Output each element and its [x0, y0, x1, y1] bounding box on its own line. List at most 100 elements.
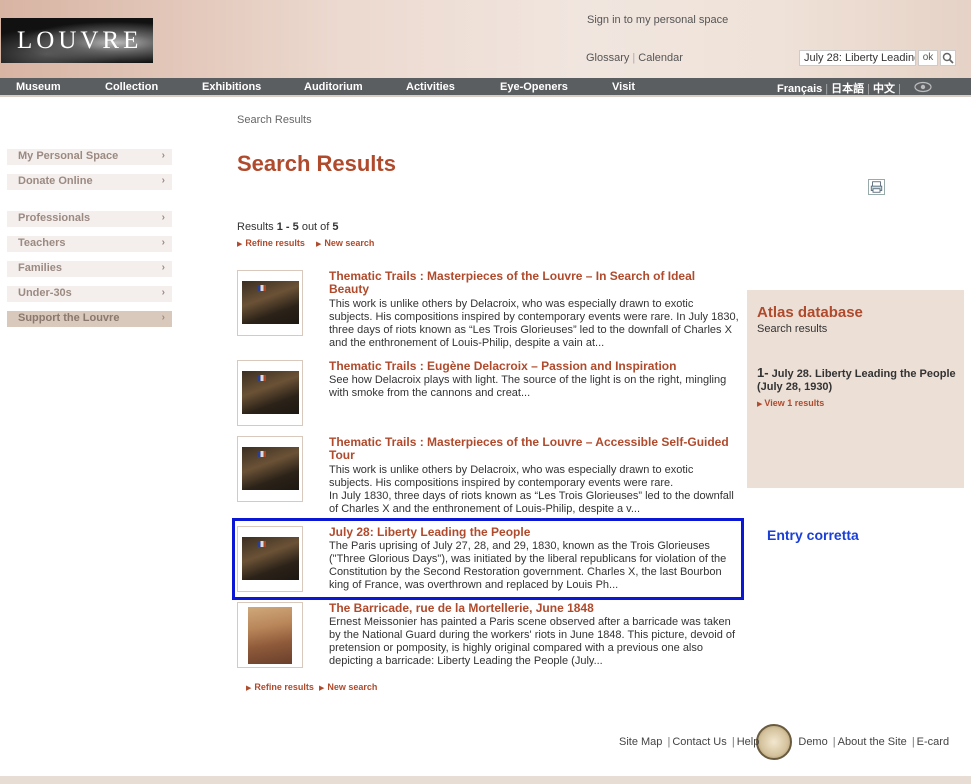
divider: |	[867, 83, 870, 95]
new-search-link[interactable]: ▶ New search	[316, 238, 374, 248]
result-title-link[interactable]: Thematic Trails : Masterpieces of the Lo…	[329, 270, 734, 296]
chevron-right-icon: ›	[161, 262, 165, 273]
refine-label: Refine results	[254, 682, 314, 692]
footer-links: Site Map | Contact Us | Help Demo | About t…	[619, 736, 949, 748]
louvre-logo[interactable]: LOUVRE	[1, 18, 153, 63]
results-total: 5	[332, 221, 339, 233]
sidebar-item-label: Donate Online	[18, 175, 93, 187]
search-input[interactable]: July 28: Liberty Leading	[799, 50, 916, 66]
chevron-right-icon: ›	[161, 312, 165, 323]
nav-museum[interactable]: Museum	[16, 81, 61, 93]
sidebar-item-families[interactable]: Families ›	[7, 261, 172, 277]
nav-visit[interactable]: Visit	[612, 81, 635, 93]
breadcrumb: Search Results	[237, 114, 312, 126]
results-count: Results 1 - 5 out of 5	[237, 221, 339, 233]
nav-collection[interactable]: Collection	[105, 81, 158, 93]
footer-ecard-link[interactable]: E-card	[917, 736, 949, 748]
sidebar-item-personal-space[interactable]: My Personal Space ›	[7, 149, 172, 165]
nav-activities[interactable]: Activities	[406, 81, 455, 93]
site-header: LOUVRE Sign in to my personal space Glos…	[0, 0, 971, 78]
list-item: Thematic Trails : Eugène Delacroix – Pas…	[237, 360, 737, 430]
results-prefix: Results	[237, 221, 277, 233]
result-snippet: See how Delacroix plays with light. The …	[329, 374, 727, 399]
arrow-right-icon: ▶	[237, 241, 243, 248]
painting-image	[248, 607, 292, 664]
footer-help-link[interactable]: Help	[737, 736, 760, 748]
divider: |	[832, 736, 836, 748]
sidebar-item-donate[interactable]: Donate Online ›	[7, 174, 172, 190]
sidebar-item-under-30s[interactable]: Under-30s ›	[7, 286, 172, 302]
atlas-subtitle: Search results	[757, 323, 828, 335]
result-thumbnail[interactable]	[237, 360, 303, 426]
atlas-view-label: View 1 results	[764, 398, 825, 408]
result-title-link[interactable]: Thematic Trails : Masterpieces of the Lo…	[329, 436, 734, 462]
arrow-right-icon: ▶	[757, 401, 763, 408]
divider: |	[897, 83, 901, 95]
result-title-link[interactable]: The Barricade, rue de la Mortellerie, Ju…	[329, 602, 734, 615]
arrow-right-icon: ▶	[246, 685, 252, 692]
nav-exhibitions[interactable]: Exhibitions	[202, 81, 261, 93]
refine-label: Refine results	[245, 238, 305, 248]
nav-eye-openers[interactable]: Eye-Openers	[500, 81, 568, 93]
divider: |	[731, 736, 735, 748]
refine-results-link-bottom[interactable]: ▶ Refine results	[246, 682, 314, 692]
magnifier-icon[interactable]	[940, 50, 956, 66]
calendar-link[interactable]: Calendar	[638, 52, 683, 64]
footer-demo-link[interactable]: Demo	[798, 736, 827, 748]
footer-contact-link[interactable]: Contact Us	[672, 736, 726, 748]
atlas-view-link[interactable]: ▶ View 1 results	[757, 398, 824, 408]
lang-japanese[interactable]: 日本語	[831, 83, 864, 95]
top-links: Glossary | Calendar	[586, 52, 683, 64]
glossary-link[interactable]: Glossary	[586, 52, 629, 64]
logo-text: LOUVRE	[17, 27, 143, 54]
result-thumbnail[interactable]	[237, 436, 303, 502]
sidebar-item-label: Support the Louvre	[18, 312, 120, 324]
footer-sitemap-link[interactable]: Site Map	[619, 736, 662, 748]
result-title-link[interactable]: Thematic Trails : Eugène Delacroix – Pas…	[329, 360, 734, 373]
sidebar-item-label: Under-30s	[18, 287, 72, 299]
bottom-bar	[0, 776, 971, 784]
divider: |	[911, 736, 915, 748]
list-item: Thematic Trails : Masterpieces of the Lo…	[237, 436, 737, 516]
new-search-link-bottom[interactable]: ▶ New search	[319, 682, 377, 692]
print-icon[interactable]	[868, 179, 885, 195]
sidebar-item-support[interactable]: Support the Louvre ›	[7, 311, 172, 327]
chevron-right-icon: ›	[161, 237, 165, 248]
divider: |	[825, 83, 829, 95]
painting-image	[242, 371, 299, 414]
flag-detail	[258, 451, 266, 457]
result-snippet-continued: In July 1830, three days of riots known …	[329, 490, 734, 515]
lang-chinese[interactable]: 中文	[873, 83, 895, 95]
nav-auditorium[interactable]: Auditorium	[304, 81, 363, 93]
chevron-right-icon: ›	[161, 212, 165, 223]
eye-icon[interactable]	[914, 81, 932, 93]
results-range: 1 - 5	[276, 221, 299, 233]
atlas-item-number: 1-	[757, 365, 769, 380]
lang-french[interactable]: Français	[777, 83, 822, 95]
result-thumbnail[interactable]	[237, 602, 303, 668]
atlas-item-title: July 28. Liberty Leading the People (Jul…	[757, 368, 956, 393]
sidebar-item-professionals[interactable]: Professionals ›	[7, 211, 172, 227]
divider: |	[632, 52, 636, 64]
footer-about-link[interactable]: About the Site	[838, 736, 907, 748]
search-ok-button[interactable]: ok	[918, 50, 938, 66]
result-snippet: This work is unlike others by Delacroix,…	[329, 298, 739, 349]
chevron-right-icon: ›	[161, 287, 165, 298]
atlas-result-link[interactable]: 1- July 28. Liberty Leading the People (…	[757, 366, 962, 394]
painting-image	[242, 447, 299, 490]
new-search-label: New search	[324, 238, 375, 248]
page-title: Search Results	[237, 151, 396, 176]
result-snippet: Ernest Meissonier has painted a Paris sc…	[329, 616, 736, 667]
sidebar-item-label: Families	[18, 262, 63, 274]
signin-link[interactable]: Sign in to my personal space	[587, 14, 728, 26]
painting-image	[242, 281, 299, 324]
sidebar-item-teachers[interactable]: Teachers ›	[7, 236, 172, 252]
atlas-title: Atlas database	[757, 304, 863, 321]
arrow-right-icon: ▶	[319, 685, 325, 692]
result-thumbnail[interactable]	[237, 270, 303, 336]
sidebar-item-label: Professionals	[18, 212, 91, 224]
highlight-annotation-box	[232, 518, 744, 600]
flag-detail	[258, 285, 266, 291]
refine-results-link[interactable]: ▶ Refine results	[237, 238, 305, 248]
main-nav: Museum Collection Exhibitions Auditorium…	[0, 78, 971, 97]
